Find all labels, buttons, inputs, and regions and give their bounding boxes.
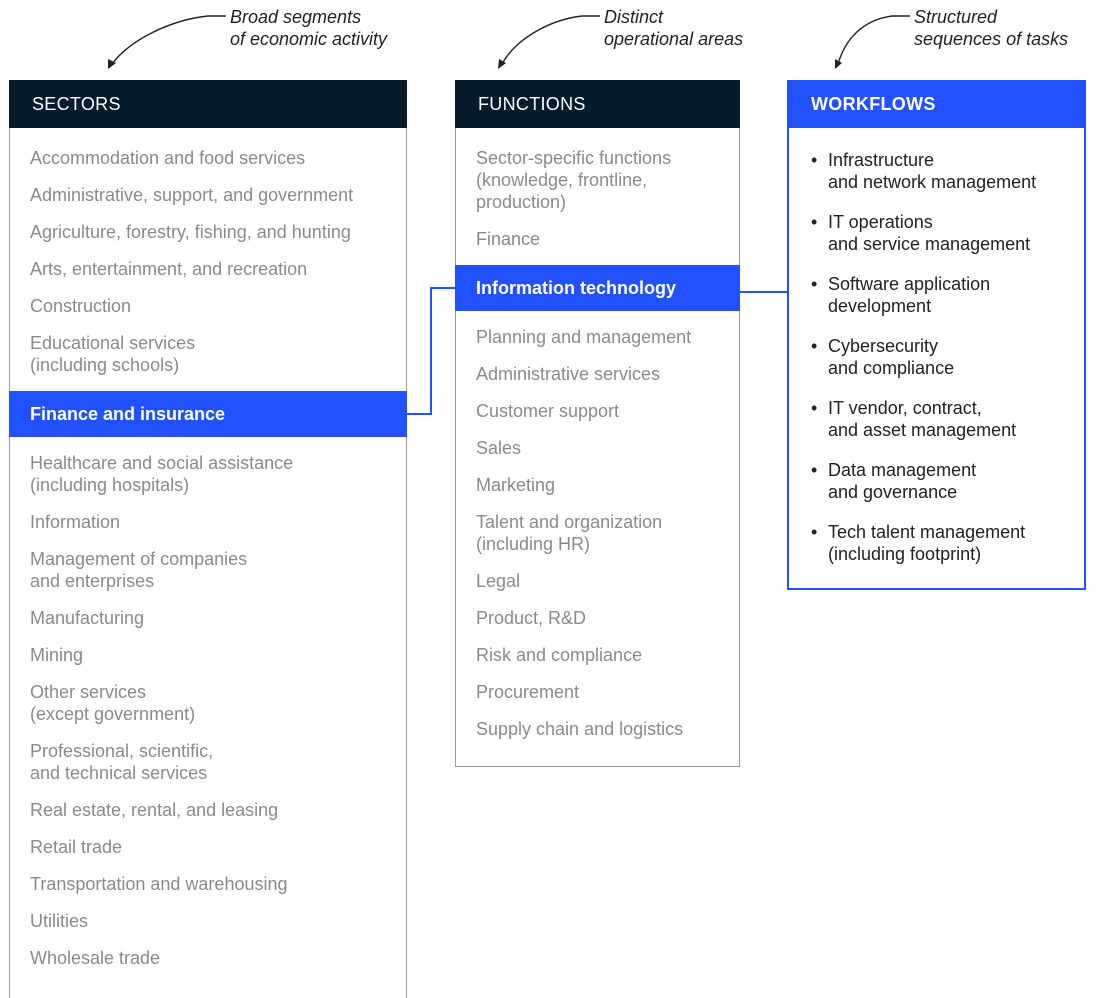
sector-item: Healthcare and social assistance (includ… (30, 453, 294, 495)
function-item: Product, R&D (476, 608, 587, 628)
sector-item: Retail trade (30, 837, 123, 857)
functions-annotation: Distinct operational areas (604, 6, 743, 50)
functions-list: Sector-specific functions (knowledge, fr… (455, 128, 740, 740)
sector-item: Transportation and warehousing (30, 874, 288, 894)
sectors-list: Accommodation and food services Administr… (9, 128, 407, 969)
function-item: Risk and compliance (476, 645, 643, 665)
sector-item: Manufacturing (30, 608, 145, 628)
workflow-item: IT operations and service management (789, 211, 1084, 255)
function-item-active: Information technology (455, 265, 740, 311)
sector-item: Educational services (including schools) (30, 333, 196, 375)
sector-item: Mining (30, 645, 84, 665)
function-item: Finance (476, 229, 541, 249)
function-item: Supply chain and logistics (476, 719, 684, 739)
function-item: Legal (476, 571, 521, 591)
workflows-annotation: Structured sequences of tasks (914, 6, 1068, 50)
function-item: Sales (476, 438, 522, 458)
sector-to-function-connector (407, 287, 455, 415)
function-item: Procurement (476, 682, 580, 702)
functions-header: FUNCTIONS (455, 80, 740, 128)
sectors-annotation-arrow (111, 15, 226, 65)
function-item: Talent and organization (including HR) (476, 512, 663, 554)
workflow-item: Data management and governance (789, 459, 1084, 503)
workflow-item: Tech talent management (including footpr… (789, 521, 1084, 565)
workflows-header: WORKFLOWS (787, 80, 1086, 128)
function-item: Administrative services (476, 364, 661, 384)
workflows-annotation-arrow (837, 15, 910, 65)
function-item: Customer support (476, 401, 620, 421)
sector-item: Management of companies and enterprises (30, 549, 248, 591)
workflows-annotation-text: Structured sequences of tasks (914, 7, 1069, 49)
functions-annotation-arrow (501, 15, 600, 65)
function-item: Planning and management (476, 327, 692, 347)
workflow-item: Software application development (789, 273, 1084, 317)
sector-item: Other services (except government) (30, 682, 196, 724)
functions-annotation-text: Distinct operational areas (604, 7, 744, 49)
sector-item: Wholesale trade (30, 948, 161, 968)
workflows-panel: WORKFLOWS Infrastructure and network man… (787, 80, 1086, 590)
sectors-annotation: Broad segments of economic activity (230, 6, 387, 50)
sector-item: Arts, entertainment, and recreation (30, 259, 308, 279)
workflows-list: Infrastructure and network management IT … (789, 128, 1084, 565)
sectors-panel: SECTORS Accommodation and food services A… (9, 80, 407, 998)
sector-item: Administrative, support, and government (30, 185, 354, 205)
workflow-item: Infrastructure and network management (789, 149, 1084, 193)
sectors-annotation-text: Broad segments of economic activity (230, 7, 388, 49)
function-item: Sector-specific functions (knowledge, fr… (476, 148, 672, 212)
sectors-header: SECTORS (9, 80, 407, 128)
sector-item: Professional, scientific, and technical … (30, 741, 214, 783)
sector-item: Construction (30, 296, 132, 316)
workflow-item: IT vendor, contract, and asset managemen… (789, 397, 1084, 441)
sector-item: Utilities (30, 911, 89, 931)
sector-item: Information (30, 512, 121, 532)
sector-item: Real estate, rental, and leasing (30, 800, 279, 820)
functions-panel: FUNCTIONS Sector-specific functions (kno… (455, 80, 740, 767)
sector-item-active: Finance and insurance (9, 391, 407, 437)
sector-item: Accommodation and food services (30, 148, 306, 168)
sector-item: Agriculture, forestry, fishing, and hunt… (30, 222, 351, 242)
function-item: Marketing (476, 475, 556, 495)
workflow-item: Cybersecurity and compliance (789, 335, 1084, 379)
